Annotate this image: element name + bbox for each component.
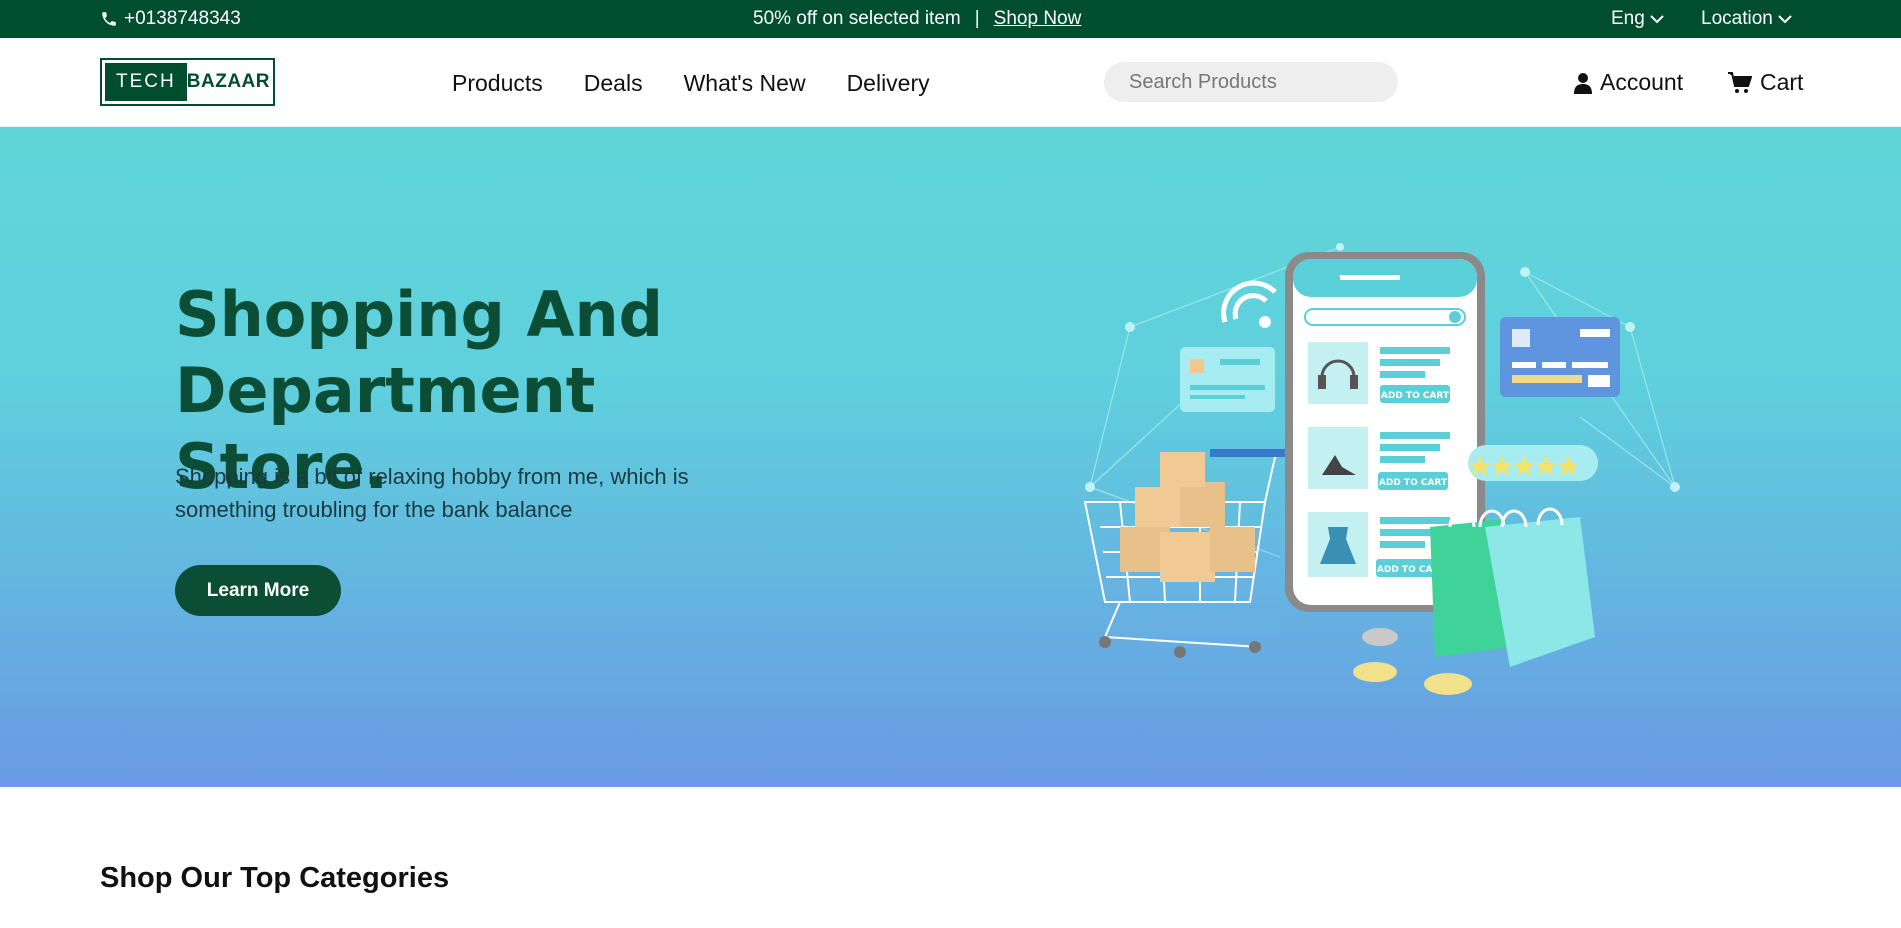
nav-deals[interactable]: Deals (584, 70, 643, 97)
search-input[interactable] (1129, 70, 1394, 94)
shop-now-link[interactable]: Shop Now (994, 8, 1082, 30)
logo-tech: TECH (105, 63, 187, 101)
main-nav: Products Deals What's New Delivery (452, 70, 930, 97)
credit-card-icon (1500, 317, 1620, 397)
phone-icon (102, 12, 116, 26)
cart-link[interactable]: Cart (1728, 69, 1803, 96)
main-header: TECH BAZAAR Products Deals What's New De… (0, 38, 1901, 127)
language-selector[interactable]: Eng (1611, 8, 1665, 30)
learn-more-button[interactable]: Learn More (175, 565, 341, 616)
language-label: Eng (1611, 8, 1645, 29)
shopping-cart-illustration (1083, 449, 1286, 658)
hero-section: Shopping And Department Store. Shopping … (0, 127, 1901, 787)
chevron-down-icon (1650, 15, 1664, 24)
shopping-bags-icon (1430, 507, 1595, 667)
add-to-cart-text: ADD TO CART (1379, 478, 1448, 488)
chevron-down-icon (1778, 15, 1792, 24)
add-to-cart-text: ADD TO CART (1381, 391, 1450, 401)
location-selector[interactable]: Location (1701, 8, 1793, 30)
promo-banner: 50% off on selected item | Shop Now (753, 8, 1081, 30)
hero-description: Shopping is a bit of relaxing hobby from… (175, 464, 689, 522)
location-label: Location (1701, 8, 1773, 29)
site-logo[interactable]: TECH BAZAAR (100, 58, 275, 106)
top-bar: +0138748343 50% off on selected item | S… (0, 0, 1901, 38)
account-link[interactable]: Account (1574, 69, 1683, 96)
search-bar (1104, 62, 1398, 102)
credit-card-icon (1180, 347, 1275, 412)
account-label: Account (1600, 69, 1684, 95)
phone-contact[interactable]: +0138748343 (100, 8, 241, 30)
nav-whats-new[interactable]: What's New (684, 70, 806, 97)
nav-products[interactable]: Products (452, 70, 543, 97)
phone-number: +0138748343 (124, 8, 241, 29)
hero-title-line1: Shopping And (175, 278, 664, 351)
cart-icon (1728, 71, 1752, 93)
promo-separator: | (974, 8, 980, 29)
user-icon (1574, 72, 1592, 94)
shopping-illustration: ADD TO CART ADD TO CART ADD TO CART (1083, 243, 1680, 695)
promo-text: 50% off on selected item (753, 8, 961, 29)
cart-label: Cart (1760, 69, 1804, 95)
rating-stars-icon (1468, 445, 1598, 481)
logo-bazaar: BAZAAR (186, 71, 270, 92)
categories-title: Shop Our Top Categories (100, 862, 450, 894)
nav-delivery[interactable]: Delivery (847, 70, 930, 97)
